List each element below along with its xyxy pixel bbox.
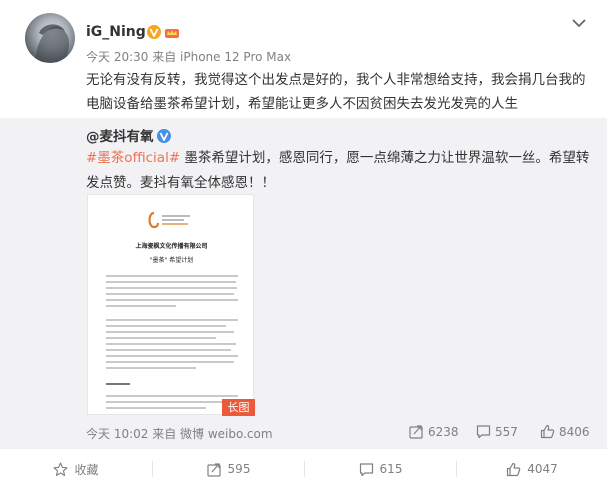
- verified-v-icon: [147, 25, 161, 39]
- action-toolbar: 收藏 595 615 4047: [0, 448, 607, 488]
- doc-text-line: [106, 281, 236, 283]
- long-image-thumbnail[interactable]: 上海瓷枫文化传播有限公司 "墨茶" 希望计划: [87, 194, 254, 415]
- thumbs-up-icon: [507, 462, 521, 476]
- doc-text-line: [106, 305, 176, 307]
- topic-tag-link[interactable]: #墨茶official#: [86, 150, 180, 166]
- member-crown-icon[interactable]: [164, 25, 180, 39]
- doc-text-line: [106, 367, 196, 369]
- doc-text-line: [106, 343, 236, 345]
- forward-button[interactable]: 595: [153, 449, 304, 488]
- post-meta: 今天 20:30 来自 iPhone 12 Pro Max: [86, 50, 292, 64]
- doc-text-line: [106, 355, 238, 357]
- repost-block[interactable]: @麦抖有氧 #墨茶official# 墨茶希望计划，感恩同行，愿一点绵薄之力让世…: [0, 118, 607, 448]
- doc-text-line: [106, 395, 238, 397]
- doc-text-line: [106, 361, 234, 363]
- forward-count-label: 6238: [428, 424, 459, 439]
- doc-text-line: [106, 337, 216, 339]
- like-count-label: 8406: [559, 424, 590, 439]
- repost-text: #墨茶official# 墨茶希望计划，感恩同行，愿一点绵薄之力让世界温软一丝。…: [86, 146, 596, 196]
- doc-text-line: [106, 401, 236, 403]
- comment-button[interactable]: 615: [305, 449, 456, 488]
- comment-label: 615: [379, 462, 403, 476]
- doc-text-line: [106, 331, 234, 333]
- forward-icon: [409, 425, 423, 439]
- chevron-down-icon[interactable]: [571, 17, 587, 29]
- comment-icon: [476, 425, 491, 439]
- doc-text-line: [106, 325, 226, 327]
- username[interactable]: iG_Ning: [86, 24, 146, 40]
- star-icon: [53, 461, 69, 476]
- doc-text-line: [106, 293, 234, 295]
- doc-text-line: [106, 407, 206, 409]
- weibo-post-card: iG_Ning 今天 20:30 来自 iPhone 12 Pro Max 无论…: [0, 0, 607, 488]
- doc-company: 上海瓷枫文化传播有限公司: [135, 243, 208, 250]
- verified-v-icon: [156, 129, 171, 143]
- collect-label: 收藏: [74, 462, 99, 477]
- doc-text-line: [106, 349, 231, 351]
- doc-text-line: [106, 275, 238, 277]
- like-button[interactable]: 4047: [457, 449, 607, 488]
- long-image-badge: 长图: [222, 399, 255, 416]
- repost-author[interactable]: @麦抖有氧: [86, 125, 171, 145]
- doc-subtitle: "墨茶" 希望计划: [149, 257, 194, 264]
- repost-meta: 今天 10:02 来自 微博 weibo.com: [86, 427, 273, 441]
- forward-icon: [206, 462, 221, 477]
- doc-text-line: [106, 319, 238, 321]
- avatar[interactable]: [25, 13, 75, 63]
- like-label: 4047: [527, 462, 558, 476]
- doc-text-line: [106, 299, 238, 301]
- doc-text-line: [106, 287, 237, 289]
- comment-icon: [359, 462, 373, 476]
- forward-label: 595: [227, 462, 251, 476]
- repost-like-count[interactable]: 8406: [540, 424, 590, 439]
- collect-button[interactable]: 收藏: [0, 449, 152, 488]
- doc-logo: [146, 211, 194, 232]
- repost-comment-count[interactable]: 557: [476, 424, 518, 439]
- repost-author-name[interactable]: @麦抖有氧: [86, 129, 154, 145]
- repost-forward-count[interactable]: 6238: [409, 424, 459, 439]
- comment-count-label: 557: [495, 424, 518, 439]
- doc-text-line: [106, 383, 130, 385]
- thumbs-up-icon: [540, 424, 555, 439]
- post-text: 无论有没有反转，我觉得这个出发点是好的，我个人非常想给支持，我会捐几台我的电脑设…: [86, 72, 586, 112]
